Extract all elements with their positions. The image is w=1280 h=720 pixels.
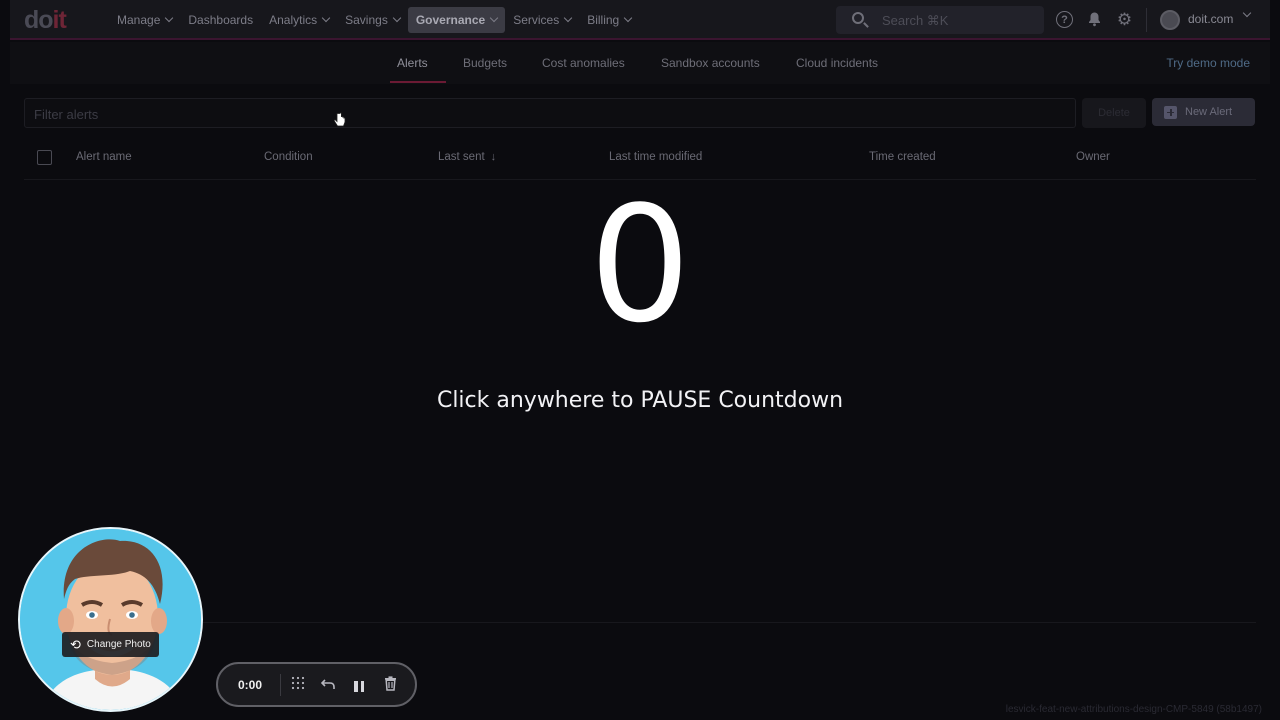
build-info: lesvick-feat-new-attributions-design-CMP…: [1005, 704, 1262, 715]
try-demo-mode-link[interactable]: Try demo mode: [1166, 56, 1250, 70]
search-icon: [852, 12, 864, 24]
chevron-down-icon: [392, 13, 402, 23]
column-time-created[interactable]: Time created: [869, 151, 936, 163]
filter-alerts-input[interactable]: Filter alerts: [24, 98, 1076, 128]
column-last-sent[interactable]: Last sent ↓: [438, 151, 496, 163]
nav-label: Billing: [587, 13, 620, 27]
main-nav: Manage Dashboards Analytics Savings Gove…: [109, 7, 639, 33]
tab-alerts[interactable]: Alerts: [397, 56, 428, 70]
nav-label: Analytics: [269, 13, 318, 27]
nav-analytics[interactable]: Analytics: [261, 7, 337, 33]
divider: [1146, 8, 1147, 32]
recording-timer: 0:00: [238, 678, 263, 692]
webcam-bubble[interactable]: [18, 527, 203, 712]
nav-governance[interactable]: Governance: [407, 7, 506, 33]
divider: [280, 674, 281, 696]
new-alert-button[interactable]: New Alert: [1152, 98, 1255, 126]
filter-placeholder: Filter alerts: [34, 107, 99, 122]
nav-dashboards[interactable]: Dashboards: [180, 7, 261, 33]
search-input[interactable]: Search ⌘K: [836, 6, 1044, 34]
nav-services[interactable]: Services: [505, 7, 579, 33]
restart-icon[interactable]: [320, 676, 336, 694]
change-photo-button[interactable]: ⟲ Change Photo: [62, 632, 159, 657]
active-tab-indicator: [390, 81, 446, 83]
column-alert-name[interactable]: Alert name: [76, 151, 132, 163]
chevron-down-icon: [321, 13, 331, 23]
chevron-down-icon: [623, 13, 633, 23]
tab-budgets[interactable]: Budgets: [463, 56, 507, 70]
nav-label: Savings: [345, 13, 388, 27]
column-label: Last sent: [438, 151, 485, 163]
column-last-modified[interactable]: Last time modified: [609, 151, 702, 163]
tab-cost-anomalies[interactable]: Cost anomalies: [542, 56, 625, 70]
table-divider: [24, 622, 1256, 623]
nav-savings[interactable]: Savings: [337, 7, 408, 33]
account-name[interactable]: doit.com: [1188, 12, 1233, 26]
chevron-down-icon: [165, 13, 174, 23]
nav-billing[interactable]: Billing: [579, 7, 639, 33]
select-all-checkbox[interactable]: [37, 150, 52, 165]
bell-icon[interactable]: [1086, 11, 1103, 28]
nav-manage[interactable]: Manage: [109, 7, 180, 33]
search-placeholder: Search ⌘K: [882, 13, 949, 28]
tab-sandbox-accounts[interactable]: Sandbox accounts: [661, 56, 760, 70]
new-alert-label: New Alert: [1185, 106, 1233, 118]
delete-button[interactable]: Delete: [1082, 98, 1146, 128]
countdown-number[interactable]: 0: [540, 180, 740, 350]
avatar-illustration: [20, 529, 201, 710]
doit-logo[interactable]: doit: [24, 6, 67, 35]
pause-countdown-hint[interactable]: Click anywhere to PAUSE Countdown: [340, 388, 940, 413]
add-icon: [1164, 105, 1177, 119]
nav-label: Manage: [117, 13, 161, 27]
avatar[interactable]: [1160, 10, 1180, 30]
trash-icon[interactable]: [382, 676, 398, 694]
chevron-down-icon[interactable]: [1242, 8, 1252, 18]
column-owner[interactable]: Owner: [1076, 151, 1110, 163]
column-condition[interactable]: Condition: [264, 151, 313, 163]
help-icon[interactable]: ?: [1056, 11, 1073, 28]
refresh-icon: ⟲: [70, 636, 81, 652]
nav-label: Dashboards: [188, 13, 254, 27]
hand-cursor-icon: [334, 112, 346, 127]
pause-icon[interactable]: [351, 676, 367, 694]
recording-controls: 0:00: [216, 662, 417, 707]
tab-cloud-incidents[interactable]: Cloud incidents: [796, 56, 878, 70]
gear-icon[interactable]: ⚙: [1116, 11, 1133, 28]
nav-label: Services: [513, 13, 560, 27]
change-photo-label: Change Photo: [86, 639, 151, 650]
grid-dots-icon[interactable]: [290, 676, 306, 694]
chevron-down-icon: [563, 13, 573, 23]
chevron-down-icon: [489, 13, 499, 23]
governance-tabs: Alerts Budgets Cost anomalies Sandbox ac…: [10, 42, 1270, 84]
sort-arrow-down-icon: ↓: [490, 151, 497, 163]
top-bar: doit Manage Dashboards Analytics Savings…: [10, 0, 1270, 40]
nav-label: Governance: [415, 13, 486, 27]
